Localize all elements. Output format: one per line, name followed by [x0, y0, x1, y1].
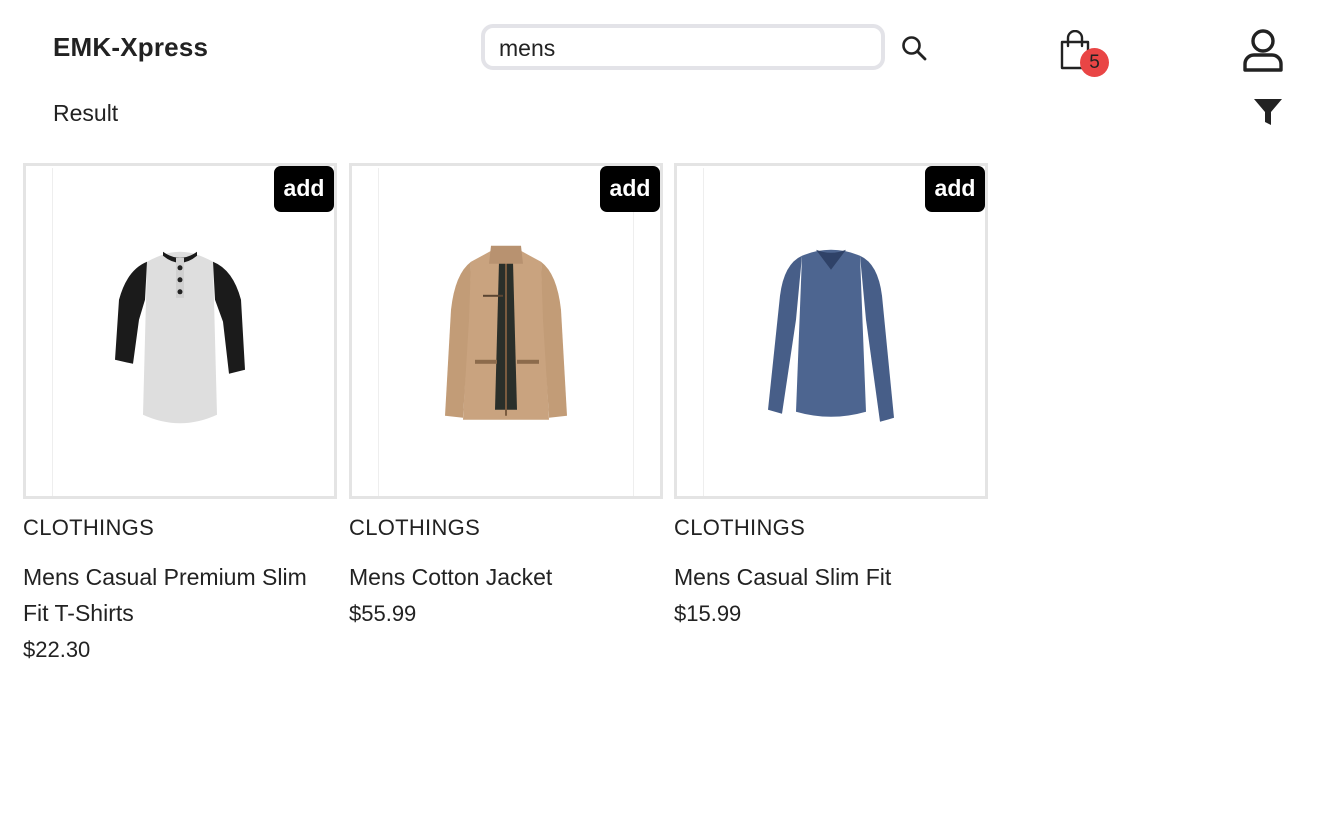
filter-icon — [1254, 99, 1282, 125]
product-price: $55.99 — [349, 601, 417, 626]
filter-button[interactable] — [1252, 96, 1284, 128]
product-title[interactable]: Mens Casual Premium Slim Fit T-Shirts — [23, 559, 323, 631]
user-icon — [1243, 29, 1283, 72]
product-image-frame[interactable]: add — [674, 163, 988, 499]
product-image-frame[interactable]: add — [23, 163, 337, 499]
product-card: add CLOTHINGS Mens Casual Slim Fit $15.9… — [674, 163, 988, 627]
search-box[interactable] — [481, 24, 885, 70]
product-price: $15.99 — [674, 601, 742, 626]
search-icon — [902, 36, 927, 61]
add-to-cart-button[interactable]: add — [274, 166, 334, 212]
blue-long-sleeve-tee-icon — [768, 249, 894, 422]
product-card: add CLOTHINGS Mens Cotton Jacket $55.99 — [349, 163, 663, 627]
product-category: CLOTHINGS — [23, 515, 155, 540]
product-title[interactable]: Mens Casual Slim Fit — [674, 559, 974, 595]
search-button[interactable] — [900, 34, 928, 62]
header: EMK-Xpress 5 — [0, 0, 1332, 95]
cart-button[interactable]: 5 — [1058, 30, 1112, 80]
account-button[interactable] — [1242, 28, 1284, 74]
cart-count-badge: 5 — [1080, 48, 1109, 77]
result-heading: Result — [53, 100, 119, 126]
site-logo[interactable]: EMK-Xpress — [53, 32, 208, 63]
product-category: CLOTHINGS — [674, 515, 806, 540]
raglan-henley-shirt-icon — [115, 251, 245, 424]
product-price: $22.30 — [23, 637, 91, 662]
add-to-cart-button[interactable]: add — [925, 166, 985, 212]
khaki-jacket-icon — [445, 245, 567, 420]
product-title[interactable]: Mens Cotton Jacket — [349, 559, 649, 595]
search-input[interactable] — [499, 33, 859, 63]
product-category: CLOTHINGS — [349, 515, 481, 540]
product-card: add CLOTHINGS Mens Casual Premium Slim F… — [23, 163, 337, 663]
product-image-frame[interactable]: add — [349, 163, 663, 499]
add-to-cart-button[interactable]: add — [600, 166, 660, 212]
